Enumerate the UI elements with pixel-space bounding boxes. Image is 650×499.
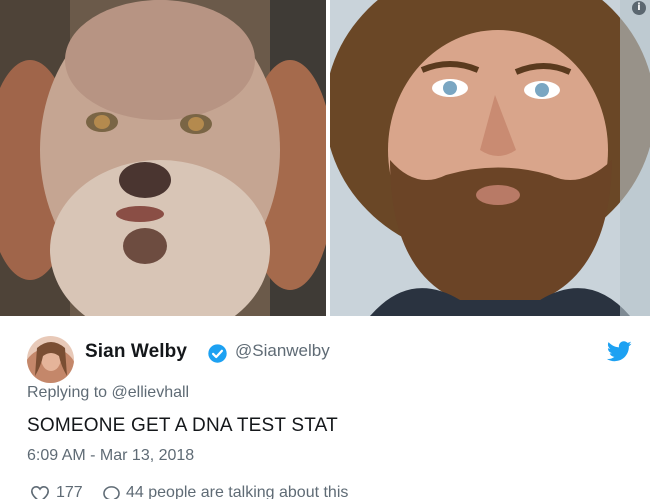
- author-handle[interactable]: @Sianwelby: [235, 341, 330, 361]
- replying-mention-link[interactable]: @ellievhall: [112, 384, 190, 401]
- avatar-photo: [27, 336, 74, 383]
- like-count[interactable]: 177: [56, 484, 83, 499]
- bearded-man-image: [330, 0, 650, 316]
- dog-photo[interactable]: [0, 0, 326, 316]
- talking-about-link[interactable]: 44 people are talking about this: [126, 484, 348, 499]
- author-name[interactable]: Sian Welby: [85, 341, 187, 363]
- info-icon[interactable]: i: [632, 1, 646, 15]
- tweet-media[interactable]: i: [0, 0, 650, 316]
- replying-label: Replying to: [27, 384, 108, 401]
- twitter-bird-icon[interactable]: [607, 341, 632, 362]
- tweet-text: SOMEONE GET A DNA TEST STAT: [27, 415, 338, 436]
- tweet-card: Sian Welby @Sianwelby Replying to @ellie…: [0, 316, 650, 499]
- speech-bubble-icon[interactable]: [102, 485, 121, 499]
- author-avatar[interactable]: [27, 336, 74, 383]
- heart-icon[interactable]: [30, 485, 50, 499]
- dog-face-image: [0, 0, 326, 316]
- man-photo[interactable]: i: [330, 0, 650, 316]
- tweet-timestamp[interactable]: 6:09 AM - Mar 13, 2018: [27, 447, 194, 465]
- replying-to: Replying to @ellievhall: [27, 384, 189, 402]
- verified-badge-icon: [208, 344, 227, 363]
